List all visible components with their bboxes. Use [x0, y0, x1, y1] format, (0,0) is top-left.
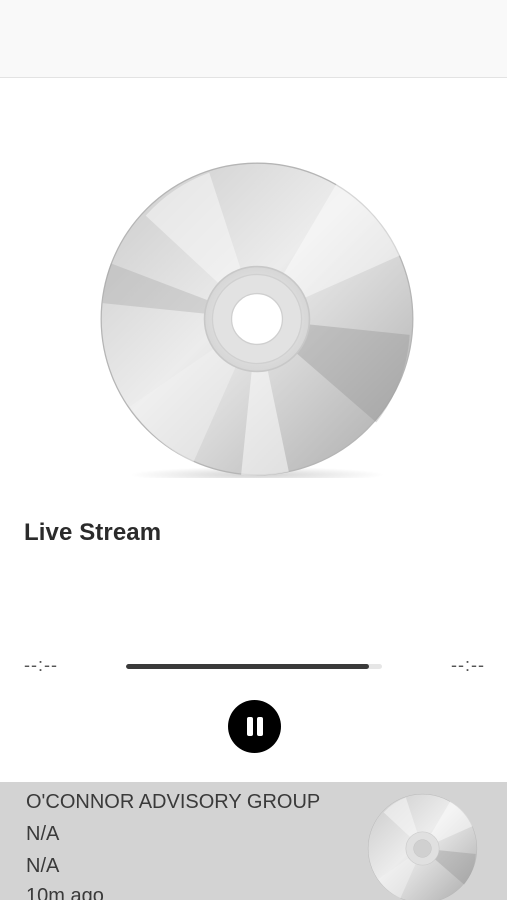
recent-time-ago: 10m ago — [26, 885, 104, 900]
pause-button[interactable] — [228, 700, 281, 753]
progress-fill — [126, 664, 370, 669]
pause-icon — [247, 717, 253, 736]
pause-icon — [257, 717, 263, 736]
top-bar — [0, 0, 507, 78]
remaining-time: --:-- — [451, 655, 485, 675]
recent-song: N/A — [26, 855, 60, 877]
album-art-cd-icon — [98, 160, 416, 478]
station-name: O'CONNOR ADVISORY GROUP — [26, 791, 321, 813]
track-title: Live Stream — [24, 519, 162, 546]
recently-played-item[interactable]: O'CONNOR ADVISORY GROUP N/A N/A 10m ago — [0, 782, 507, 900]
progress-bar[interactable] — [126, 664, 382, 669]
elapsed-time: --:-- — [24, 655, 58, 675]
recent-cd-thumbnail-icon — [367, 793, 478, 900]
recent-artist: N/A — [26, 823, 60, 845]
